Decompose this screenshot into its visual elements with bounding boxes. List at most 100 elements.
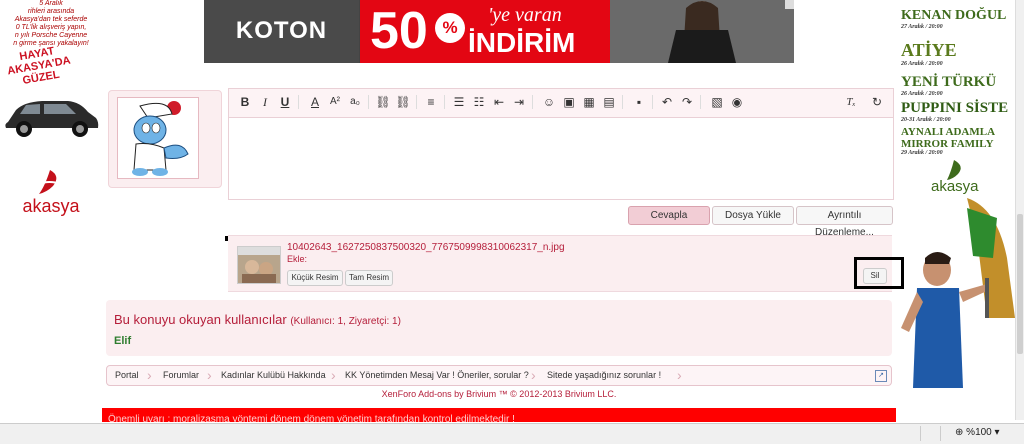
underline-button[interactable]: U [275,92,295,112]
attachment-row: 10402643_1627250837500320_77675099983100… [228,235,892,292]
breadcrumb-site-issues[interactable]: Sitede yaşadığınız sorunlar ! [547,366,661,385]
toolbar-divider [368,95,369,109]
banner-tagline: 'ye varan [488,4,562,26]
align-left-icon[interactable]: ≡ [421,92,441,112]
notice-text: Önemli uyarı : moralizasma yöntemi dönem… [108,414,515,422]
reply-button[interactable]: Cevapla [628,206,710,225]
editor-toolbar: B I U A A² a₀ ⛓ ⛓ ≡ ☰ ☷ ⇤ ⇥ ☺ ▣ ▦ ▤ ▪ ↶ … [229,89,893,118]
zoom-value: %100 [966,427,992,438]
toolbar-divider [416,95,417,109]
camera-icon[interactable]: ◉ [727,92,747,112]
breadcrumb-kk-about[interactable]: Kadınlar Kulübü Hakkında [221,366,326,385]
left-ad-line: 5 Aralık [39,0,63,7]
avatar-panel [108,90,222,188]
koton-logo-box: KOTON [204,0,359,63]
toolbar-divider [532,95,533,109]
font-color-button[interactable]: A [305,92,325,112]
advanced-edit-button[interactable]: Ayrıntılı Düzenleme... [796,206,893,238]
banner-discount-number: 50 [370,2,428,60]
insert-icon[interactable]: ▤ [599,92,619,112]
car-image [5,101,99,137]
left-ad-text: 5 Aralık rihleri arasında Akasya'dan tek… [0,0,102,48]
breadcrumb-separator-icon: › [331,367,336,383]
right-ad-brand: akasya [931,178,979,195]
save-draft-icon[interactable]: ▪ [629,92,649,112]
popout-icon[interactable]: ↗ [875,370,887,382]
editor-text-area[interactable] [229,118,893,199]
status-divider [940,426,941,441]
unlink-icon[interactable]: ⛓ [393,92,413,112]
delete-attachment-button[interactable]: Sil [863,268,887,284]
zoom-icon: ⊕ [955,427,964,438]
font-size-button[interactable]: A² [325,92,345,112]
italic-button[interactable]: I [255,92,275,112]
avatar[interactable] [117,97,199,179]
left-ad-line: rihleri arasında [27,8,75,15]
left-advertisement[interactable]: 5 Aralık rihleri arasında Akasya'dan tek… [0,0,102,420]
bullet-list-icon[interactable]: ☰ [449,92,469,112]
link-icon[interactable]: ⛓ [373,92,393,112]
toolbar-divider [298,95,299,109]
image-upload-icon[interactable]: ▧ [707,92,727,112]
zoom-level[interactable]: ⊕ %100 ▾ [955,427,1000,438]
readers-title-text: Bu konuyu okuyan kullanıcılar [114,312,287,327]
browser-status-bar: ⊕ %100 ▾ [0,423,1024,444]
breadcrumb-forums[interactable]: Forumlar [163,366,199,385]
reader-username[interactable]: Elif [114,335,131,347]
attachment-thumbnail[interactable] [237,246,281,284]
attachment-filename[interactable]: 10402643_1627250837500320_77675099983100… [287,242,565,253]
media-icon[interactable]: ▦ [579,92,599,112]
footer-credit[interactable]: XenForo Add-ons by Brivium ™ © 2012-2013… [106,389,892,399]
scrollbar-thumb[interactable] [1017,214,1023,354]
left-ad-line: n yılı Porsche Cayenne [14,32,88,39]
readers-title: Bu konuyu okuyan kullanıcılar (Kullanıcı… [114,312,401,327]
breadcrumb-separator-icon: › [207,367,212,383]
message-editor[interactable]: B I U A A² a₀ ⛓ ⛓ ≡ ☰ ☷ ⇤ ⇥ ☺ ▣ ▦ ▤ ▪ ↶ … [228,88,894,200]
notice-bar: Önemli uyarı : moralizasma yöntemi dönem… [102,408,896,422]
thread-readers-panel: Bu konuyu okuyan kullanıcılar (Kullanıcı… [106,300,892,356]
koton-logo: KOTON [235,17,328,44]
right-ad-act: MIRROR FAMILY 29 Aralık / 20:00 [901,138,994,156]
outdent-icon[interactable]: ⇤ [489,92,509,112]
font-family-button[interactable]: a₀ [345,92,365,112]
breadcrumb-kk-management[interactable]: KK Yönetimden Mesaj Var ! Öneriler, soru… [345,366,529,385]
upload-file-button[interactable]: Dosya Yükle [712,206,794,225]
toggle-bbcode-icon[interactable]: ↻ [867,92,887,112]
breadcrumb-portal[interactable]: Portal [115,366,139,385]
bold-button[interactable]: B [235,92,255,112]
banner-model-photo [610,0,794,63]
right-ad-act: KENAN DOĞUL 27 Aralık / 20:00 [901,8,1007,30]
banner-sale-panel: 50 % 'ye varan İNDİRİM [360,0,610,63]
indent-icon[interactable]: ⇥ [509,92,529,112]
toolbar-divider [700,95,701,109]
remove-format-icon[interactable]: Tₓ [841,92,861,112]
right-ad-act: YENİ TÜRKÜ 26 Aralık / 20:00 [901,74,997,97]
toolbar-divider [622,95,623,109]
page-scrollbar[interactable] [1015,0,1024,420]
status-divider [920,426,921,441]
right-ad-act: PUPPINI SİSTE 20-31 Aralık / 20:00 [901,100,1009,123]
numbered-list-icon[interactable]: ☷ [469,92,489,112]
smilie-icon[interactable]: ☺ [539,92,559,112]
insert-full-image-button[interactable]: Tam Resim [345,270,393,286]
breadcrumb: Portal › Forumlar › Kadınlar Kulübü Hakk… [106,365,892,386]
breadcrumb-separator-icon: › [531,367,536,383]
left-ad-slogan: HAYAT AKASYA'DA GÜZEL [6,45,72,87]
breadcrumb-separator-icon: › [677,367,682,383]
insert-thumbnail-button[interactable]: Küçük Resim [287,270,343,286]
right-advertisement[interactable]: KENAN DOĞUL 27 Aralık / 20:00 ATİYE 26 Ara… [897,0,1015,420]
image-icon[interactable]: ▣ [559,92,579,112]
right-ad-act: ATİYE 26 Aralık / 20:00 [901,40,957,67]
right-ad-act: AYNALI ADAMLA [901,126,996,138]
koton-banner[interactable]: KOTON 50 % 'ye varan İNDİRİM [204,0,794,63]
toolbar-divider [652,95,653,109]
banner-percent-badge: % [435,13,465,43]
redo-icon[interactable]: ↷ [677,92,697,112]
banner-headline: İNDİRİM [468,27,576,58]
toolbar-divider [444,95,445,109]
left-ad-line: Akasya'dan tek seferde [14,16,88,23]
singer-photo [901,198,1015,388]
attachment-insert-label: Ekle: [287,254,308,264]
undo-icon[interactable]: ↶ [657,92,677,112]
readers-count: (Kullanıcı: 1, Ziyaretçi: 1) [290,316,401,327]
